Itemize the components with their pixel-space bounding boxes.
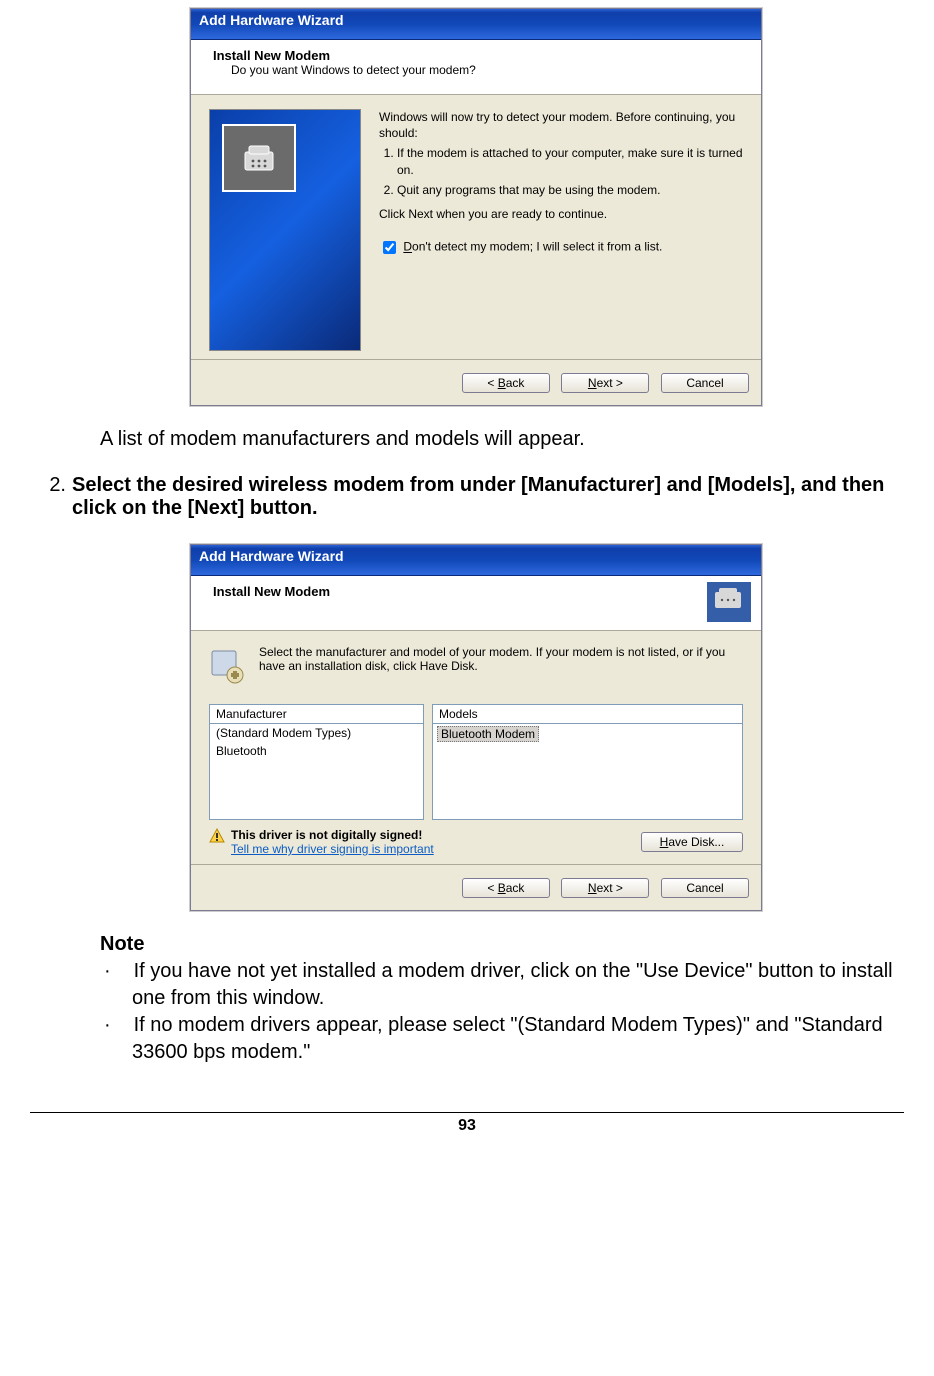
step-number: 2.: [30, 474, 66, 520]
step-2: 2. Select the desired wireless modem fro…: [30, 474, 904, 520]
models-header: Models: [432, 704, 743, 723]
dont-detect-checkbox[interactable]: [383, 241, 396, 254]
titlebar: Add Hardware Wizard: [191, 9, 761, 40]
cancel-button[interactable]: Cancel: [661, 373, 749, 393]
intro-text: Windows will now try to detect your mode…: [379, 109, 743, 141]
have-disk-button[interactable]: Have Disk...: [641, 832, 743, 852]
model-item-selected[interactable]: Bluetooth Modem: [437, 726, 539, 742]
modem-icon: [222, 124, 296, 192]
continue-text: Click Next when you are ready to continu…: [379, 206, 743, 222]
modem-header-icon: [707, 582, 751, 622]
button-row: < Back Next > Cancel: [191, 864, 761, 910]
manufacturer-item[interactable]: Bluetooth: [210, 742, 423, 760]
page-number: 93: [30, 1112, 904, 1135]
manufacturer-header: Manufacturer: [209, 704, 424, 723]
titlebar: Add Hardware Wizard: [191, 545, 761, 576]
note-item: · If you have not yet installed a modem …: [118, 958, 904, 1012]
signing-warning: This driver is not digitally signed!: [231, 828, 434, 842]
models-list[interactable]: Bluetooth Modem: [432, 723, 743, 820]
next-button[interactable]: Next >: [561, 373, 649, 393]
doc-paragraph: A list of modem manufacturers and models…: [100, 426, 904, 452]
prep-step-1: If the modem is attached to your compute…: [397, 145, 743, 177]
wizard-dialog-1: Add Hardware Wizard Install New Modem Do…: [190, 8, 762, 406]
note-item: · If no modem drivers appear, please sel…: [118, 1012, 904, 1066]
wizard-header-title: Install New Modem: [213, 584, 747, 599]
back-button[interactable]: < Back: [462, 878, 550, 898]
step-instruction: Select the desired wireless modem from u…: [72, 474, 904, 520]
dont-detect-label[interactable]: Don't detect my modem; I will select it …: [403, 240, 662, 254]
manufacturer-item[interactable]: (Standard Modem Types): [210, 724, 423, 742]
wizard-body-text: Windows will now try to detect your mode…: [379, 109, 743, 351]
cancel-button[interactable]: Cancel: [661, 878, 749, 898]
note-title: Note: [100, 931, 904, 958]
button-row: < Back Next > Cancel: [191, 359, 761, 405]
wizard-dialog-2: Add Hardware Wizard Install New Modem Se: [190, 544, 762, 911]
wizard-header-title: Install New Modem: [213, 48, 747, 63]
wizard-side-graphic: [209, 109, 361, 351]
next-button[interactable]: Next >: [561, 878, 649, 898]
manufacturer-list[interactable]: (Standard Modem Types) Bluetooth: [209, 723, 424, 820]
warning-icon: [209, 828, 225, 847]
back-button[interactable]: < Back: [462, 373, 550, 393]
signing-link[interactable]: Tell me why driver signing is important: [231, 842, 434, 856]
note-block: Note · If you have not yet installed a m…: [100, 931, 904, 1066]
wizard-header: Install New Modem: [191, 576, 761, 631]
wizard-header-subtitle: Do you want Windows to detect your modem…: [231, 63, 747, 77]
prep-step-2: Quit any programs that may be using the …: [397, 182, 743, 198]
instruction-text: Select the manufacturer and model of you…: [259, 645, 743, 673]
device-icon: [209, 645, 249, 688]
wizard-header: Install New Modem Do you want Windows to…: [191, 40, 761, 95]
